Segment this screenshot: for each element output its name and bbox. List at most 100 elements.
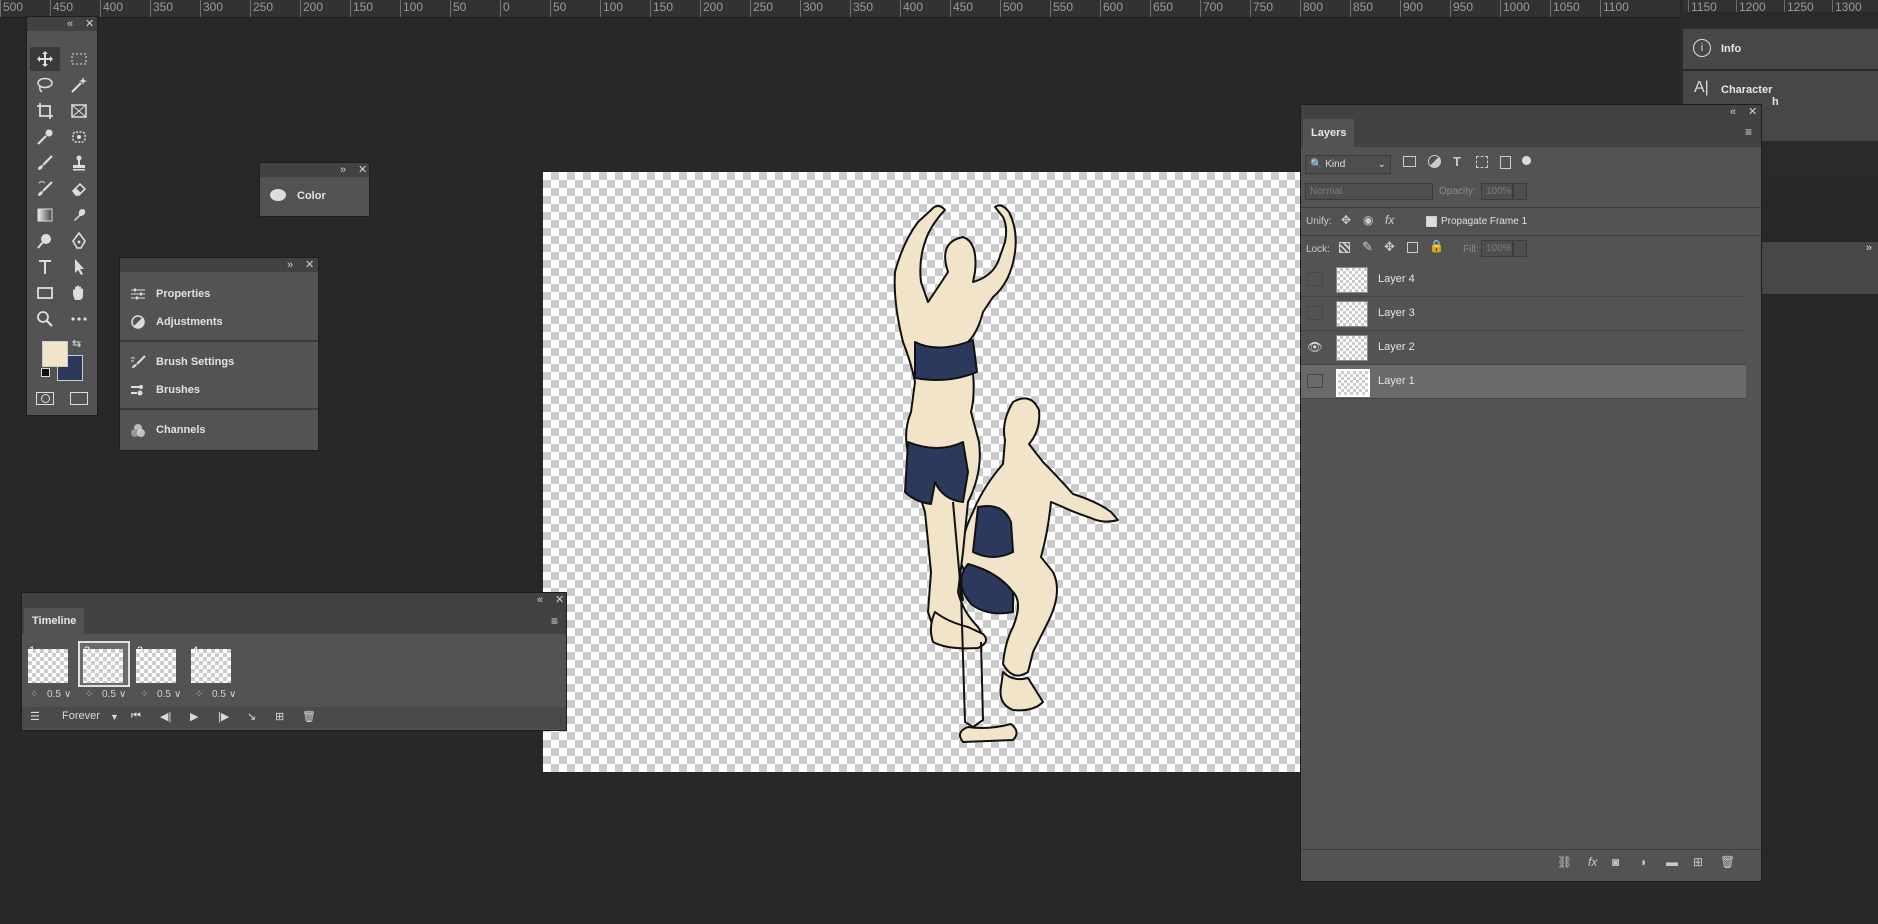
eye-icon[interactable]: 👁: [1307, 340, 1323, 354]
lock-transparency-icon[interactable]: [1339, 242, 1350, 253]
unify-position-icon[interactable]: ✥: [1341, 213, 1351, 227]
path-select-tool-icon[interactable]: [64, 255, 94, 279]
panel-item-properties[interactable]: Properties: [120, 280, 318, 308]
expand-icon[interactable]: »: [340, 163, 346, 177]
lock-artboard-icon[interactable]: [1407, 242, 1418, 253]
screen-mode-icon[interactable]: [70, 392, 88, 405]
swap-colors-icon[interactable]: ⇆: [72, 337, 81, 350]
marquee-tool-icon[interactable]: [64, 47, 94, 71]
crop-tool-icon[interactable]: [30, 99, 60, 123]
foreground-color-swatch[interactable]: [42, 341, 68, 367]
type-tool-icon[interactable]: [30, 255, 60, 279]
adjustment-filter-icon[interactable]: [1428, 155, 1441, 168]
loop-select[interactable]: Forever: [62, 710, 100, 722]
trash-icon[interactable]: 🗑: [1720, 855, 1735, 869]
timeline-panel-header[interactable]: « ✕: [22, 593, 566, 607]
tools-panel-header[interactable]: « ✕: [27, 17, 97, 31]
panel-menu-icon[interactable]: ≡: [1745, 125, 1752, 139]
tween-icon[interactable]: ↘: [247, 710, 256, 723]
chevron-down-icon[interactable]: ∨: [64, 689, 71, 700]
close-icon[interactable]: ✕: [305, 258, 314, 272]
chevron-down-icon[interactable]: ∨: [119, 689, 126, 700]
add-mask-icon[interactable]: ◙: [1612, 855, 1619, 869]
link-layers-icon[interactable]: ⛓: [1557, 855, 1572, 869]
close-icon[interactable]: ✕: [358, 163, 367, 177]
layers-panel-header[interactable]: « ✕: [1301, 105, 1761, 119]
collapse-icon[interactable]: «: [1730, 105, 1736, 119]
frame-delay[interactable]: 0.5: [212, 689, 226, 700]
layers-tab[interactable]: Layers: [1303, 119, 1355, 147]
gradient-tool-icon[interactable]: [30, 203, 60, 227]
patch-tool-icon[interactable]: [64, 125, 94, 149]
more-tools-icon[interactable]: [64, 307, 94, 331]
next-frame-icon[interactable]: |▶: [218, 710, 229, 723]
type-filter-icon[interactable]: T: [1453, 154, 1461, 169]
collapse-icon[interactable]: «: [67, 17, 73, 31]
animation-frame-selected[interactable]: 2: [78, 641, 130, 687]
animation-frame[interactable]: 1: [25, 643, 73, 685]
first-frame-icon[interactable]: ⏮: [131, 710, 141, 723]
magic-wand-tool-icon[interactable]: [64, 73, 94, 97]
animation-frame[interactable]: 3: [133, 643, 181, 685]
close-icon[interactable]: ✕: [555, 593, 564, 607]
lock-pixels-icon[interactable]: ✎: [1362, 239, 1373, 255]
lasso-tool-icon[interactable]: [30, 73, 60, 97]
layer-style-icon[interactable]: fx: [1588, 855, 1597, 869]
quick-mask-icon[interactable]: [36, 392, 54, 405]
visibility-toggle[interactable]: [1307, 272, 1323, 286]
stamp-tool-icon[interactable]: [64, 151, 94, 175]
collapse-icon[interactable]: «: [537, 593, 543, 607]
expand-icon[interactable]: »: [1866, 242, 1872, 254]
color-panel-header[interactable]: » ✕: [260, 163, 369, 177]
smart-object-filter-icon[interactable]: [1500, 156, 1511, 169]
hand-tool-icon[interactable]: [64, 281, 94, 305]
fill-slider-button[interactable]: [1513, 240, 1527, 257]
shape-filter-icon[interactable]: [1476, 156, 1488, 168]
pixel-filter-icon[interactable]: [1403, 156, 1416, 167]
chevron-down-icon[interactable]: ∨: [229, 689, 236, 700]
unify-visibility-icon[interactable]: ◉: [1363, 213, 1373, 227]
frame-tool-icon[interactable]: [64, 99, 94, 123]
zoom-tool-icon[interactable]: [30, 307, 60, 331]
opacity-field[interactable]: 100%: [1481, 183, 1513, 200]
play-icon[interactable]: ▶: [190, 710, 198, 723]
close-icon[interactable]: ✕: [85, 17, 94, 31]
panel-menu-icon[interactable]: ≡: [551, 614, 558, 628]
chevron-down-icon[interactable]: ▼: [110, 712, 119, 722]
move-tool-icon[interactable]: [30, 47, 60, 71]
info-panel-tab[interactable]: i Info: [1683, 29, 1878, 69]
layer-row[interactable]: Layer 4: [1301, 263, 1746, 297]
smudge-tool-icon[interactable]: [64, 203, 94, 227]
panel-item-brush-settings[interactable]: Brush Settings: [120, 348, 318, 376]
history-brush-tool-icon[interactable]: [30, 177, 60, 201]
filter-kind-select[interactable]: 🔍 Kind ⌄: [1305, 155, 1391, 174]
timeline-tab[interactable]: Timeline: [24, 608, 85, 634]
eyedropper-tool-icon[interactable]: [30, 125, 60, 149]
adjustment-layer-icon[interactable]: ◑: [1639, 855, 1646, 869]
panel-group-header[interactable]: » ✕: [120, 258, 318, 272]
trash-icon[interactable]: 🗑: [302, 710, 316, 723]
default-colors-icon[interactable]: [41, 368, 50, 377]
panel-item-brushes[interactable]: Brushes: [120, 376, 318, 404]
group-folder-icon[interactable]: ▬: [1666, 855, 1678, 869]
new-frame-icon[interactable]: ⊞: [275, 710, 284, 723]
unify-style-icon[interactable]: fx: [1385, 213, 1394, 227]
pen-tool-icon[interactable]: [64, 229, 94, 253]
filter-toggle-icon[interactable]: [1522, 156, 1531, 165]
previous-frame-icon[interactable]: ◀|: [160, 710, 171, 723]
color-panel-tab[interactable]: Color: [260, 177, 369, 216]
fill-field[interactable]: 100%: [1481, 240, 1513, 257]
panel-item-adjustments[interactable]: Adjustments: [120, 308, 318, 336]
new-layer-icon[interactable]: ⊞: [1693, 855, 1703, 869]
frame-delay[interactable]: 0.5: [157, 689, 171, 700]
close-icon[interactable]: ✕: [1748, 105, 1757, 119]
lock-all-icon[interactable]: 🔒: [1429, 239, 1444, 253]
dodge-tool-icon[interactable]: [30, 229, 60, 253]
blend-mode-select[interactable]: Normal: [1305, 183, 1433, 200]
opacity-slider-button[interactable]: [1513, 183, 1527, 200]
rectangle-tool-icon[interactable]: [30, 281, 60, 305]
animation-frame[interactable]: 4: [188, 643, 236, 685]
eraser-tool-icon[interactable]: [64, 177, 94, 201]
chevron-down-icon[interactable]: ∨: [174, 689, 181, 700]
lock-position-icon[interactable]: ✥: [1384, 239, 1395, 255]
